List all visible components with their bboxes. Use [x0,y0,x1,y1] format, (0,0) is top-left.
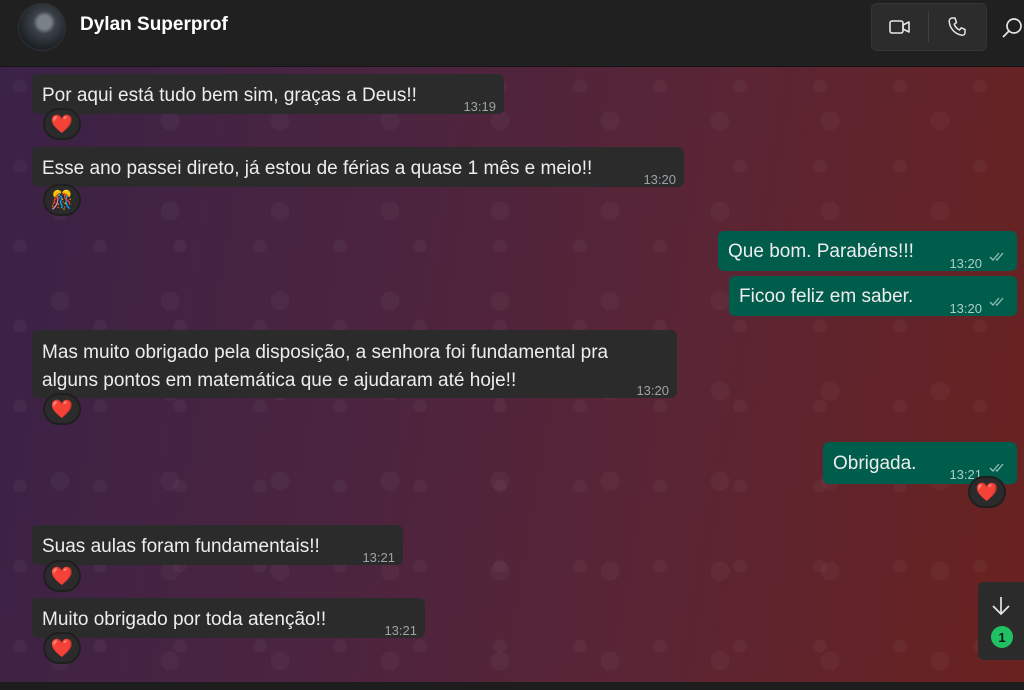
phone-icon [948,17,966,36]
chat-header: Dylan Superprof [0,0,1024,67]
message-text: Muito obrigado por toda atenção!! [42,609,327,630]
message-reaction[interactable]: ❤️ [43,393,81,425]
message-text-line-1: Mas muito obrigado pela disposição, a se… [42,342,609,363]
unread-count-badge: 1 [991,626,1013,648]
message-incoming[interactable]: Por aqui está tudo bem sim, graças a Deu… [32,74,504,114]
voice-call-button[interactable] [929,4,985,50]
message-text: Suas aulas foram fundamentais!! [42,536,320,557]
message-reaction[interactable]: 🎊 [43,184,81,216]
read-receipt-icon [989,463,1004,472]
search-icon [1002,18,1022,38]
message-text: Por aqui está tudo bem sim, graças a Deu… [42,85,417,106]
video-camera-icon [889,20,910,34]
message-time: 13:20 [643,172,676,187]
video-call-button[interactable] [872,4,928,50]
message-time: 13:19 [463,99,496,114]
message-incoming[interactable]: Esse ano passei direto, já estou de féri… [32,147,684,187]
scroll-to-bottom-button[interactable]: 1 [978,582,1024,660]
message-text-line-2: alguns pontos em matemática que e ajudar… [42,370,517,391]
message-text: Esse ano passei direto, já estou de féri… [42,158,593,179]
message-time: 13:21 [362,550,395,565]
message-time: 13:20 [636,383,669,398]
message-incoming[interactable]: Mas muito obrigado pela disposição, a se… [32,330,677,398]
message-incoming[interactable]: Suas aulas foram fundamentais!! 13:21 [32,525,403,565]
avatar[interactable] [18,3,66,51]
arrow-down-icon [992,597,1010,616]
contact-name[interactable]: Dylan Superprof [80,14,228,36]
message-time: 13:21 [384,623,417,638]
message-reaction[interactable]: ❤️ [968,476,1006,508]
message-outgoing[interactable]: Ficoo feliz em saber. 13:20 [729,276,1017,316]
call-buttons-group [871,3,987,51]
composer-bar-edge [0,682,1024,690]
read-receipt-icon [989,252,1004,261]
message-reaction[interactable]: ❤️ [43,560,81,592]
message-reaction[interactable]: ❤️ [43,108,81,140]
search-button[interactable] [1000,12,1024,42]
message-incoming[interactable]: Muito obrigado por toda atenção!! 13:21 [32,598,425,638]
message-reaction[interactable]: ❤️ [43,632,81,664]
read-receipt-icon [989,297,1004,306]
message-outgoing[interactable]: Que bom. Parabéns!!! 13:20 [718,231,1017,271]
message-time: 13:20 [949,256,982,271]
message-time: 13:20 [949,301,982,316]
